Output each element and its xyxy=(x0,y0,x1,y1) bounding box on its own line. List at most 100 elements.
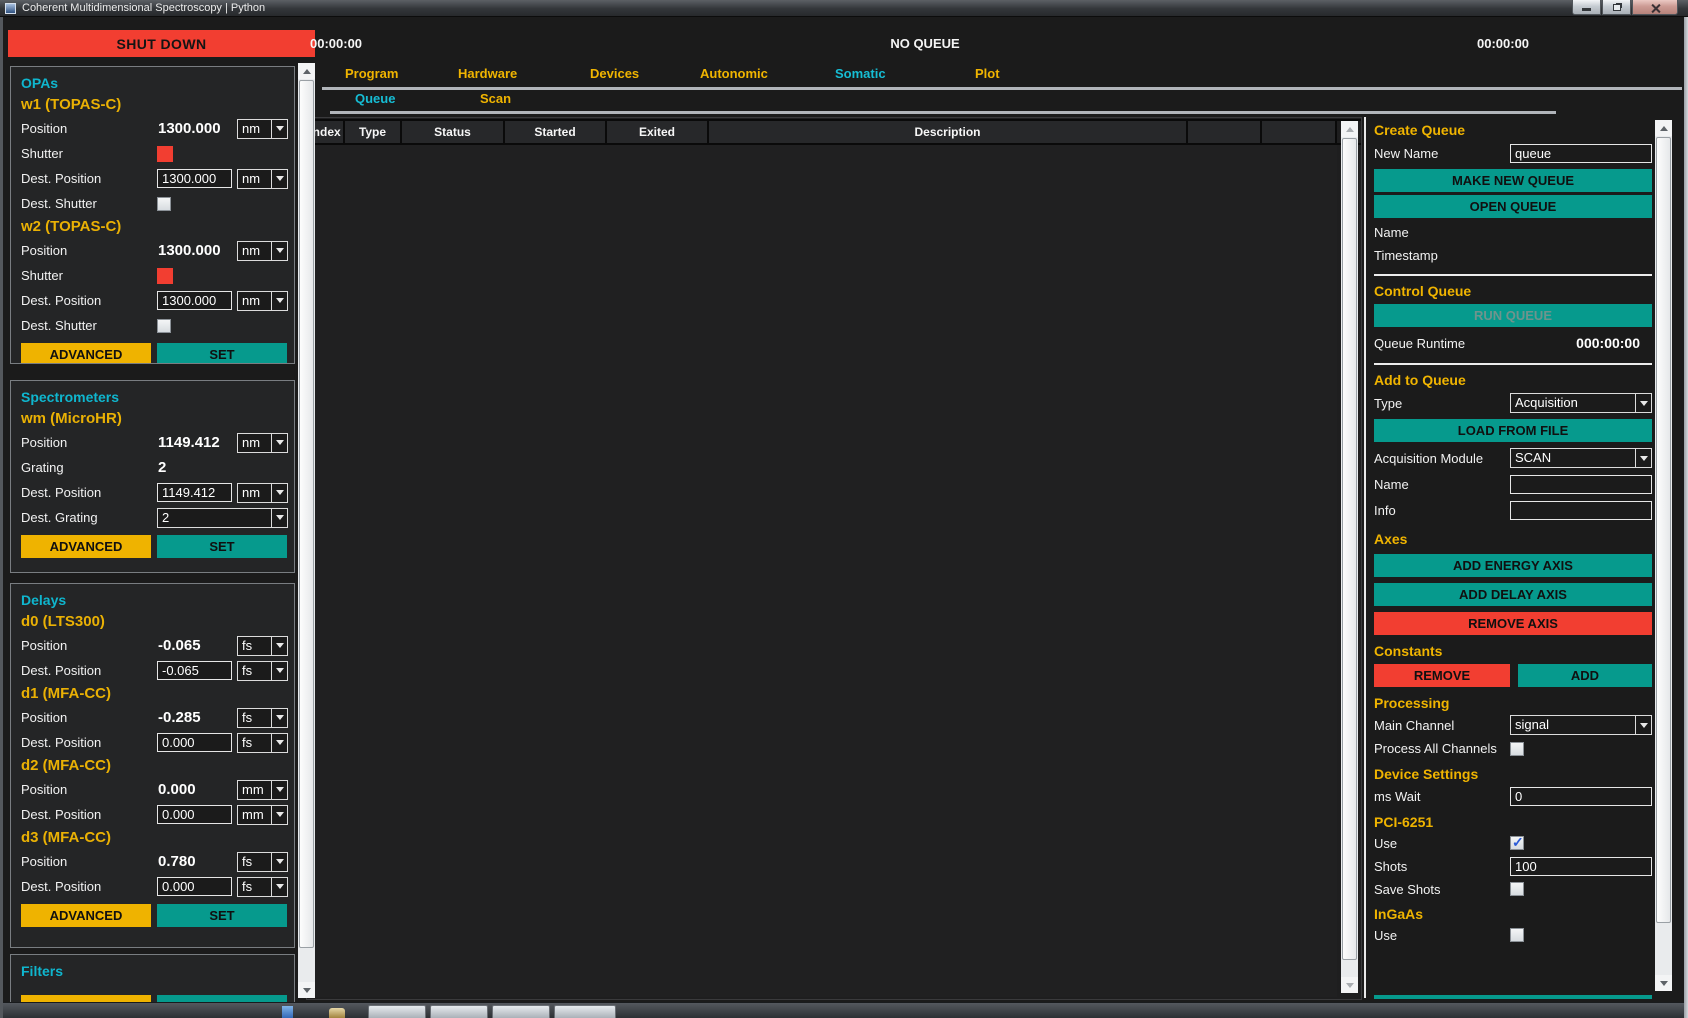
set-button[interactable]: SET xyxy=(157,535,287,558)
position-row: Position -0.065 fs xyxy=(21,633,289,658)
position-label: Position xyxy=(21,782,157,797)
type-dropdown[interactable]: Acquisition xyxy=(1510,393,1652,413)
units-dropdown[interactable]: nm xyxy=(237,169,288,189)
pci-use-checkbox[interactable] xyxy=(1510,836,1524,850)
shutter-indicator xyxy=(157,146,173,162)
units-dropdown[interactable]: fs xyxy=(237,852,288,872)
taskbar-icon[interactable] xyxy=(282,1006,293,1018)
units-dropdown[interactable]: fs xyxy=(237,733,288,753)
taskbar-button[interactable] xyxy=(430,1005,488,1018)
units-value: fs xyxy=(238,853,271,871)
units-dropdown[interactable]: nm xyxy=(237,433,288,453)
dest-position-input[interactable] xyxy=(157,805,232,824)
column-header-description[interactable]: Description xyxy=(709,121,1188,143)
shutdown-button[interactable]: SHUT DOWN xyxy=(8,30,315,57)
units-dropdown[interactable]: nm xyxy=(237,119,288,139)
tab-plot[interactable]: Plot xyxy=(975,66,1000,81)
dest-grating-dropdown[interactable]: 2 xyxy=(157,508,288,528)
taskbar-icon[interactable] xyxy=(329,1008,345,1018)
dest-position-input[interactable] xyxy=(157,661,232,680)
dest-position-input[interactable] xyxy=(157,169,232,188)
column-header-status[interactable]: Status xyxy=(402,121,505,143)
dest-position-input[interactable] xyxy=(157,291,232,310)
column-header-exited[interactable]: Exited xyxy=(607,121,709,143)
right-panel-scrollbar[interactable] xyxy=(1655,120,1672,991)
units-dropdown[interactable]: fs xyxy=(237,877,288,897)
taskbar-button[interactable] xyxy=(492,1005,550,1018)
add-delay-axis-button[interactable]: ADD DELAY AXIS xyxy=(1374,583,1652,606)
dest-position-input[interactable] xyxy=(157,733,232,752)
scroll-down-icon[interactable] xyxy=(298,982,315,998)
queue-runtime-label: Queue Runtime xyxy=(1374,336,1510,351)
dest-position-input[interactable] xyxy=(157,877,232,896)
dest-shutter-checkbox[interactable] xyxy=(157,197,171,211)
process-all-channels-checkbox[interactable] xyxy=(1510,742,1524,756)
tab-program[interactable]: Program xyxy=(345,66,398,81)
tab-hardware[interactable]: Hardware xyxy=(458,66,517,81)
elapsed-timer-right: 00:00:00 xyxy=(1477,36,1529,51)
position-value: 1149.412 xyxy=(157,434,220,451)
scroll-up-icon[interactable] xyxy=(298,63,315,79)
close-button[interactable] xyxy=(1632,0,1678,15)
save-shots-label: Save Shots xyxy=(1374,882,1510,897)
advanced-button[interactable]: ADVANCED xyxy=(21,904,151,927)
set-button[interactable]: SET xyxy=(157,904,287,927)
tab-autonomic[interactable]: Autonomic xyxy=(700,66,768,81)
units-dropdown[interactable]: fs xyxy=(237,636,288,656)
units-dropdown[interactable]: nm xyxy=(237,291,288,311)
acquisition-module-dropdown[interactable]: SCAN xyxy=(1510,448,1652,468)
remove-axis-button[interactable]: REMOVE AXIS xyxy=(1374,612,1652,635)
dropdown-arrow-icon xyxy=(1635,394,1651,412)
advanced-button[interactable]: ADVANCED xyxy=(21,535,151,558)
shutter-indicator xyxy=(157,268,173,284)
units-dropdown[interactable]: nm xyxy=(237,241,288,261)
scroll-up-icon[interactable] xyxy=(1341,121,1358,137)
add-constant-button[interactable]: ADD xyxy=(1518,664,1652,687)
taskbar-button[interactable] xyxy=(368,1005,426,1018)
remove-constant-button[interactable]: REMOVE xyxy=(1374,664,1510,687)
restore-button[interactable] xyxy=(1602,0,1631,15)
units-dropdown[interactable]: fs xyxy=(237,708,288,728)
scroll-down-icon[interactable] xyxy=(1655,975,1672,991)
add-energy-axis-button[interactable]: ADD ENERGY AXIS xyxy=(1374,554,1652,577)
shots-input[interactable] xyxy=(1510,857,1652,876)
dest-position-input[interactable] xyxy=(157,483,232,502)
column-header-started[interactable]: Started xyxy=(505,121,607,143)
new-name-input[interactable] xyxy=(1510,144,1652,163)
taskbar-button[interactable] xyxy=(554,1005,616,1018)
units-dropdown[interactable]: nm xyxy=(237,483,288,503)
scrollbar-thumb[interactable] xyxy=(299,80,314,948)
save-shots-checkbox[interactable] xyxy=(1510,882,1524,896)
ingaas-use-row: Use xyxy=(1374,924,1652,946)
name-input[interactable] xyxy=(1510,475,1652,494)
advanced-button[interactable]: ADVANCED xyxy=(21,343,151,364)
ms-wait-input[interactable] xyxy=(1510,787,1652,806)
run-queue-button[interactable]: RUN QUEUE xyxy=(1374,304,1652,327)
set-button[interactable]: SET xyxy=(157,343,287,364)
tab-somatic[interactable]: Somatic xyxy=(835,66,886,81)
dest-position-label: Dest. Position xyxy=(21,293,157,308)
minimize-button[interactable] xyxy=(1572,0,1601,15)
main-channel-dropdown[interactable]: signal xyxy=(1510,715,1652,735)
units-dropdown[interactable]: fs xyxy=(237,661,288,681)
units-dropdown[interactable]: mm xyxy=(237,780,288,800)
queue-timestamp-label: Timestamp xyxy=(1374,248,1652,263)
load-from-file-button[interactable]: LOAD FROM FILE xyxy=(1374,419,1652,442)
subtab-scan[interactable]: Scan xyxy=(480,91,511,106)
units-dropdown[interactable]: mm xyxy=(237,805,288,825)
scrollbar-thumb[interactable] xyxy=(1656,137,1671,923)
scrollbar-thumb[interactable] xyxy=(1342,138,1357,960)
dest-shutter-checkbox[interactable] xyxy=(157,319,171,333)
info-input[interactable] xyxy=(1510,501,1652,520)
make-new-queue-button[interactable]: MAKE NEW QUEUE xyxy=(1374,169,1652,192)
subtab-underline xyxy=(330,111,1556,114)
sidebar-scrollbar[interactable] xyxy=(298,63,315,998)
column-header-type[interactable]: Type xyxy=(345,121,402,143)
tab-devices[interactable]: Devices xyxy=(590,66,639,81)
scroll-down-icon[interactable] xyxy=(1341,977,1358,993)
subtab-queue[interactable]: Queue xyxy=(355,91,395,106)
scroll-up-icon[interactable] xyxy=(1655,120,1672,136)
open-queue-button[interactable]: OPEN QUEUE xyxy=(1374,195,1652,218)
queue-table-scrollbar[interactable] xyxy=(1341,121,1358,993)
ingaas-use-checkbox[interactable] xyxy=(1510,928,1524,942)
